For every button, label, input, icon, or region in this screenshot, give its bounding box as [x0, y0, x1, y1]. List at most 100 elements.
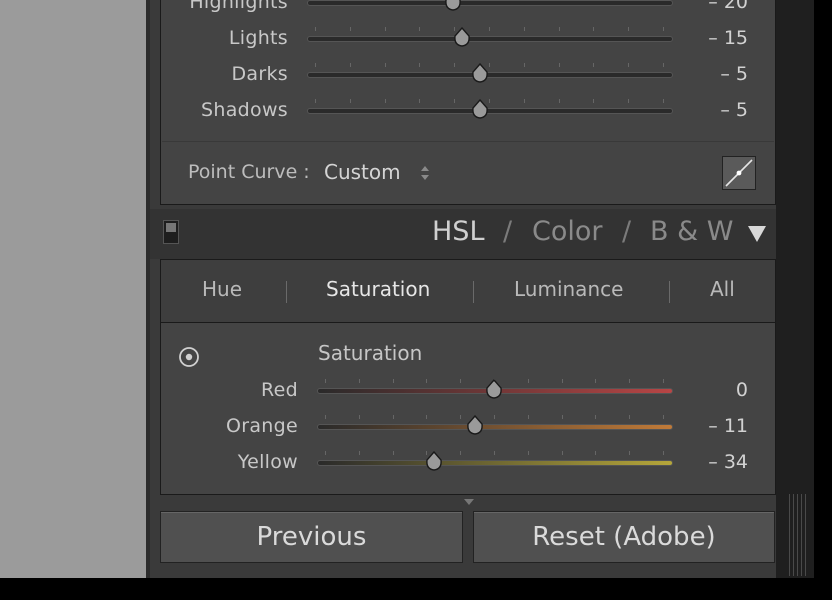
sat-slider-tick	[325, 415, 326, 419]
sat-slider-tick	[629, 415, 631, 419]
tone-slider-tick	[349, 27, 351, 31]
sat-slider-tick	[663, 379, 664, 383]
panel-enable-switch[interactable]	[163, 220, 179, 244]
sat-slider-tick	[527, 379, 529, 383]
tone-slider-thumb[interactable]	[471, 98, 489, 119]
tone-slider-value[interactable]: – 15	[680, 27, 748, 49]
hsl-mode[interactable]: HSL	[432, 216, 484, 247]
sat-slider-tick	[392, 451, 394, 455]
point-curve-edit-button[interactable]	[722, 156, 756, 190]
saturation-heading: Saturation	[318, 341, 423, 365]
point-curve-select[interactable]: Custom	[324, 160, 401, 184]
tone-slider-value[interactable]: – 5	[680, 63, 748, 85]
sat-slider-label: Orange	[225, 415, 298, 437]
tone-slider-track[interactable]	[307, 108, 673, 114]
tab-hue[interactable]: Hue	[202, 277, 242, 301]
tone-slider-tick	[384, 99, 386, 103]
tone-slider-tick	[558, 99, 560, 103]
left-panel	[0, 0, 146, 578]
sat-slider-value[interactable]: – 11	[680, 415, 748, 437]
sat-slider-tick	[561, 415, 563, 419]
hsl-tab-bar	[160, 259, 776, 323]
sat-slider-tick	[392, 379, 394, 383]
sat-slider-tick	[325, 451, 326, 455]
tone-slider-tick	[349, 99, 351, 103]
tone-slider-tick	[315, 63, 316, 67]
tone-slider-value[interactable]: – 20	[680, 0, 748, 13]
bw-mode[interactable]: B & W	[650, 216, 733, 247]
color-mode[interactable]: Color	[532, 216, 603, 247]
select-updown-icon[interactable]	[419, 164, 431, 182]
sat-slider-tick	[527, 451, 529, 455]
tone-slider-tick	[384, 63, 386, 67]
tone-divider	[162, 141, 774, 142]
tone-slider-tick	[419, 27, 421, 31]
sat-slider-tick	[460, 415, 462, 419]
sat-slider-thumb[interactable]	[466, 414, 484, 435]
tone-slider-tick	[663, 99, 664, 103]
sat-slider-tick	[595, 379, 597, 383]
tone-slider-tick	[523, 27, 525, 31]
tone-slider-track[interactable]	[307, 0, 673, 6]
tone-slider-tick	[489, 99, 490, 103]
tone-slider-tick	[558, 27, 560, 31]
sat-slider-tick	[358, 379, 360, 383]
reset-adobe-button[interactable]: Reset (Adobe)	[473, 511, 775, 563]
collapse-triangle-icon[interactable]	[746, 224, 768, 244]
hsl-sep-2: /	[622, 216, 632, 247]
scroll-down-arrow-icon[interactable]	[463, 498, 475, 506]
tone-slider-tick	[489, 27, 490, 31]
tone-slider-tick	[628, 27, 630, 31]
tone-slider-track[interactable]	[307, 72, 673, 78]
tone-slider-thumb[interactable]	[471, 62, 489, 83]
sat-slider-track[interactable]	[317, 424, 673, 430]
tone-slider-tick	[523, 63, 525, 67]
sat-slider-tick	[561, 379, 563, 383]
tone-slider-thumb[interactable]	[444, 0, 462, 11]
targeted-adjustment-icon[interactable]	[178, 346, 200, 368]
tone-slider-tick	[558, 63, 560, 67]
sat-slider-value[interactable]: 0	[680, 379, 748, 401]
sat-slider-track[interactable]	[317, 460, 673, 466]
sat-slider-tick	[629, 451, 631, 455]
tab-saturation[interactable]: Saturation	[326, 277, 430, 301]
tone-slider-tick	[593, 27, 595, 31]
sat-slider-tick	[663, 415, 664, 419]
sat-slider-label: Red	[261, 379, 298, 401]
tab-luminance[interactable]: Luminance	[514, 277, 623, 301]
tone-slider-label: Highlights	[189, 0, 288, 13]
tone-slider-tick	[454, 63, 456, 67]
tone-slider-track[interactable]	[307, 36, 673, 42]
panel-scroll-column	[776, 0, 814, 578]
tone-slider-label: Shadows	[201, 99, 288, 121]
tone-slider-tick	[349, 63, 351, 67]
sat-slider-tick	[392, 415, 394, 419]
tab-separator	[669, 281, 670, 303]
curve-icon	[725, 159, 753, 187]
tone-slider-tick	[663, 27, 664, 31]
tab-all[interactable]: All	[710, 277, 735, 301]
sat-slider-tick	[595, 415, 597, 419]
panel-resize-grip[interactable]	[789, 494, 807, 576]
sat-slider-tick	[663, 451, 664, 455]
tone-slider-tick	[419, 63, 421, 67]
tone-slider-tick	[663, 63, 664, 67]
sat-slider-tick	[358, 451, 360, 455]
sat-slider-thumb[interactable]	[425, 450, 443, 471]
sat-slider-tick	[595, 451, 597, 455]
tone-slider-tick	[315, 27, 316, 31]
sat-slider-tick	[527, 415, 529, 419]
sat-slider-label: Yellow	[237, 451, 298, 473]
tone-slider-value[interactable]: – 5	[680, 99, 748, 121]
tone-slider-label: Darks	[231, 63, 288, 85]
hsl-sep-1: /	[503, 216, 513, 247]
sat-slider-tick	[494, 451, 495, 455]
sat-slider-value[interactable]: – 34	[680, 451, 748, 473]
tone-slider-tick	[628, 63, 630, 67]
previous-button[interactable]: Previous	[160, 511, 463, 563]
sat-slider-thumb[interactable]	[485, 378, 503, 399]
tab-separator	[286, 281, 287, 303]
sat-slider-tick	[460, 451, 462, 455]
tone-slider-thumb[interactable]	[453, 26, 471, 47]
tone-slider-tick	[315, 99, 316, 103]
